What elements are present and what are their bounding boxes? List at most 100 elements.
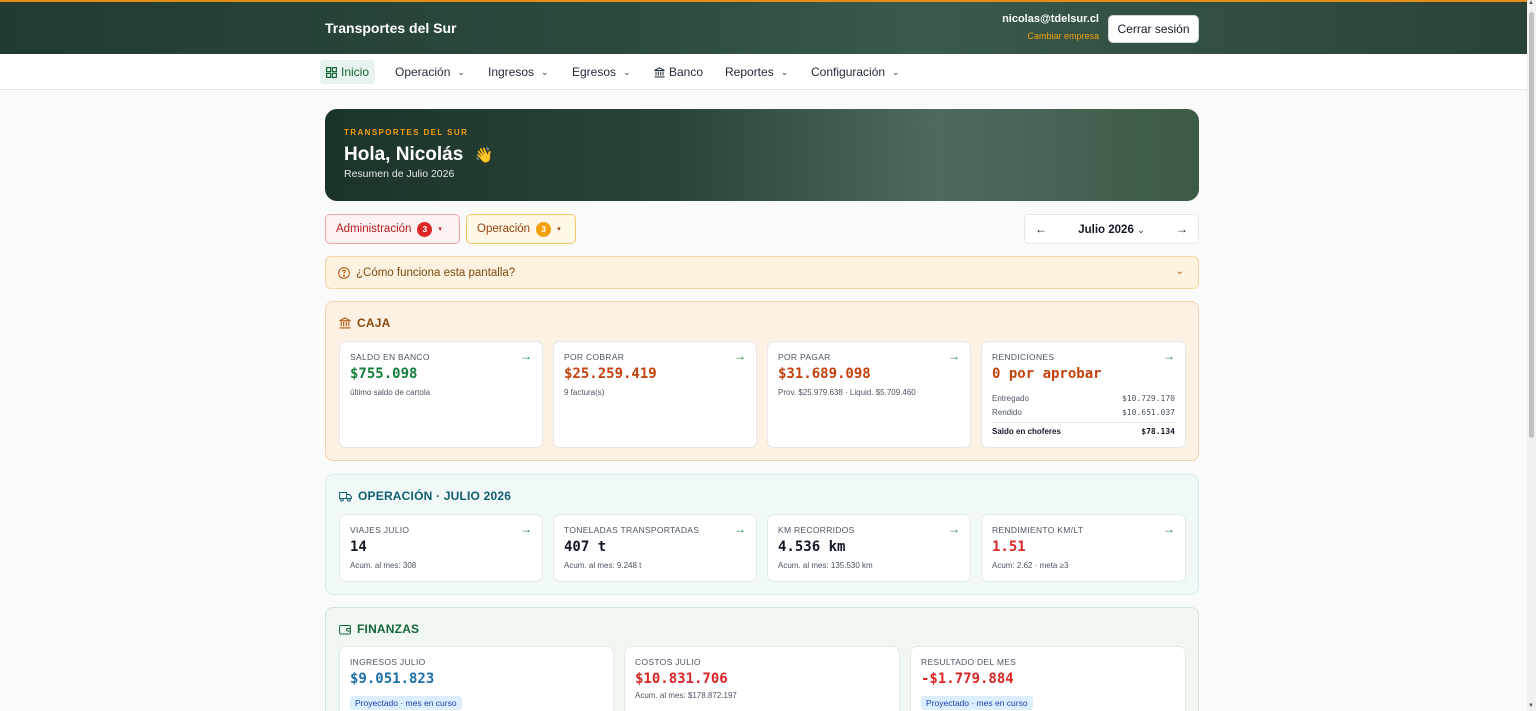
nav-label: Configuración	[811, 65, 886, 79]
banner-subtitle: Resumen de Julio 2026	[344, 168, 455, 180]
top-header: Transportes del Sur nicolas@tdelsur.cl C…	[0, 0, 1536, 54]
greeting: Hola, Nicolás 👋	[344, 144, 493, 166]
saldo-banco-card[interactable]: SALDO EN BANCO → $755.098 último saldo d…	[339, 341, 543, 448]
chevron-down-icon: ⌄	[623, 66, 631, 77]
section-title: FINANZAS	[339, 622, 419, 636]
chevron-down-icon: ⌄	[541, 66, 549, 77]
card-note: Acum: 2.62 · meta ≥3	[992, 561, 1069, 570]
nav-label: Egresos	[572, 65, 617, 79]
chevron-down-icon: ⌄	[457, 66, 465, 77]
nav-label: Banco	[669, 65, 704, 79]
nav-item-egresos[interactable]: Egresos ⌄	[566, 60, 637, 84]
card-label: COSTOS JULIO	[635, 657, 701, 667]
por-pagar-card[interactable]: POR PAGAR → $31.689.098 Prov. $25.979.63…	[767, 341, 971, 448]
next-month-button[interactable]: →	[1176, 222, 1188, 236]
bank-icon	[654, 66, 665, 77]
help-accordion[interactable]: ¿Cómo funciona esta pantalla? ⌄	[325, 256, 1199, 289]
nav-label: Reportes	[725, 65, 774, 79]
switch-company-link[interactable]: Cambiar empresa	[1002, 31, 1099, 41]
nav-item-ingresos[interactable]: Ingresos ⌄	[482, 60, 555, 84]
card-value: $25.259.419	[564, 366, 657, 382]
month-picker: ← Julio 2026 ⌄ →	[1024, 214, 1199, 244]
section-title-text: OPERACIÓN · JULIO 2026	[358, 489, 512, 503]
card-label: RESULTADO DEL MES	[921, 657, 1017, 667]
rendiciones-card[interactable]: RENDICIONES → 0 por aprobar Entregado $1…	[981, 341, 1186, 448]
card-value: $9.051.823	[350, 671, 435, 687]
arrow-right-icon: →	[948, 349, 960, 363]
grid-icon	[326, 66, 337, 78]
km-card[interactable]: KM RECORRIDOS → 4.536 km Acum. al mes: 1…	[767, 514, 971, 582]
main-nav: Inicio Operación ⌄ Ingresos ⌄ Egresos ⌄ …	[0, 54, 1536, 90]
user-info: nicolas@tdelsur.cl Cambiar empresa	[1002, 13, 1099, 41]
nav-item-configuracion[interactable]: Configuración ⌄	[805, 60, 906, 84]
banner-kicker: TRANSPORTES DEL SUR	[344, 128, 469, 137]
card-label: POR PAGAR	[778, 352, 831, 362]
section-title-text: FINANZAS	[357, 622, 420, 636]
question-circle-icon	[338, 266, 350, 279]
rendimiento-card[interactable]: RENDIMIENTO KM/LT → 1.51 Acum: 2.62 · me…	[981, 514, 1186, 582]
scroll-up-icon[interactable]: ▲	[1528, 0, 1534, 6]
card-label: TONELADAS TRANSPORTADAS	[564, 525, 700, 535]
nav-item-banco[interactable]: Banco	[648, 60, 709, 84]
brand-name[interactable]: Transportes del Sur	[325, 20, 456, 36]
arrow-right-icon: →	[520, 349, 532, 363]
rendicion-row: Rendido $10.651.037	[992, 408, 1175, 417]
finanzas-section: FINANZAS INGRESOS JULIO $9.051.823 Proye…	[325, 607, 1199, 711]
scrollbar-thumb[interactable]	[1529, 12, 1534, 438]
row-value: $10.729.170	[1122, 394, 1175, 403]
card-label: RENDIMIENTO KM/LT	[992, 525, 1084, 535]
logout-button[interactable]: Cerrar sesión	[1108, 15, 1199, 43]
card-note: 9 factura(s)	[564, 388, 605, 397]
viajes-card[interactable]: VIAJES JULIO → 14 Acum. al mes: 308	[339, 514, 543, 582]
chevron-down-icon: ⌄	[892, 66, 900, 77]
user-email: nicolas@tdelsur.cl	[1002, 13, 1099, 25]
card-note: Acum. al mes: 135.530 km	[778, 561, 873, 570]
nav-item-operacion[interactable]: Operación ⌄	[389, 60, 471, 84]
chevron-down-icon: ⌄	[1137, 225, 1145, 235]
nav-item-inicio[interactable]: Inicio	[320, 60, 376, 84]
nav-item-reportes[interactable]: Reportes ⌄	[719, 60, 794, 84]
card-label: VIAJES JULIO	[350, 525, 410, 535]
card-note: Prov. $25.979.638 · Liquid. $5.709.460	[778, 388, 916, 397]
rendicion-row: Entregado $10.729.170	[992, 394, 1175, 403]
card-note: último saldo de cartola	[350, 388, 431, 397]
page-scrollbar[interactable]: ▲ ▼	[1527, 0, 1536, 711]
arrow-right-icon: →	[734, 349, 746, 363]
chip-label: Administración	[336, 223, 412, 235]
status-badge: Proyectado · mes en curso	[921, 696, 1033, 710]
help-text: ¿Cómo funciona esta pantalla?	[356, 266, 516, 279]
ingresos-card[interactable]: INGRESOS JULIO $9.051.823 Proyectado · m…	[339, 646, 614, 711]
por-cobrar-card[interactable]: POR COBRAR → $25.259.419 9 factura(s)	[553, 341, 757, 448]
nav-label: Inicio	[341, 65, 370, 79]
rendicion-total: Saldo en choferes $78.134	[992, 422, 1175, 436]
card-label: SALDO EN BANCO	[350, 352, 430, 362]
card-label: INGRESOS JULIO	[350, 657, 426, 667]
resultado-card[interactable]: RESULTADO DEL MES -$1.779.884 Proyectado…	[910, 646, 1186, 711]
section-title-text: CAJA	[357, 316, 391, 330]
nav-label: Ingresos	[488, 65, 535, 79]
prev-month-button[interactable]: ←	[1035, 222, 1047, 236]
admin-alerts-dropdown[interactable]: Administración 3 ▾	[325, 214, 460, 244]
toneladas-card[interactable]: TONELADAS TRANSPORTADAS → 407 t Acum. al…	[553, 514, 757, 582]
month-select[interactable]: Julio 2026 ⌄	[1078, 222, 1145, 236]
month-label: Julio 2026	[1078, 224, 1134, 236]
card-value: 4.536 km	[778, 539, 846, 555]
chevron-down-icon: ⌄	[780, 66, 789, 77]
scroll-down-icon[interactable]: ▼	[1528, 703, 1534, 709]
row-label: Saldo en choferes	[992, 427, 1061, 436]
card-value: 407 t	[564, 539, 607, 555]
card-note: Acum. al mes: 9.248 t	[564, 561, 642, 570]
costos-card[interactable]: COSTOS JULIO $10.831.706 Acum. al mes: $…	[624, 646, 900, 711]
arrow-right-icon: →	[948, 522, 960, 536]
arrow-right-icon: →	[1163, 522, 1175, 536]
oper-alerts-dropdown[interactable]: Operación 3 ▾	[466, 214, 576, 244]
section-title: OPERACIÓN · JULIO 2026	[339, 489, 511, 503]
card-value: $755.098	[350, 366, 418, 382]
row-value: $78.134	[1141, 427, 1175, 436]
card-label: KM RECORRIDOS	[778, 525, 855, 535]
caret-down-icon: ▾	[557, 226, 561, 233]
operacion-section: OPERACIÓN · JULIO 2026 VIAJES JULIO → 14…	[325, 474, 1199, 595]
caja-section: CAJA SALDO EN BANCO → $755.098 último sa…	[325, 301, 1199, 461]
card-value: 1.51	[992, 539, 1026, 555]
card-value: 14	[350, 539, 367, 555]
